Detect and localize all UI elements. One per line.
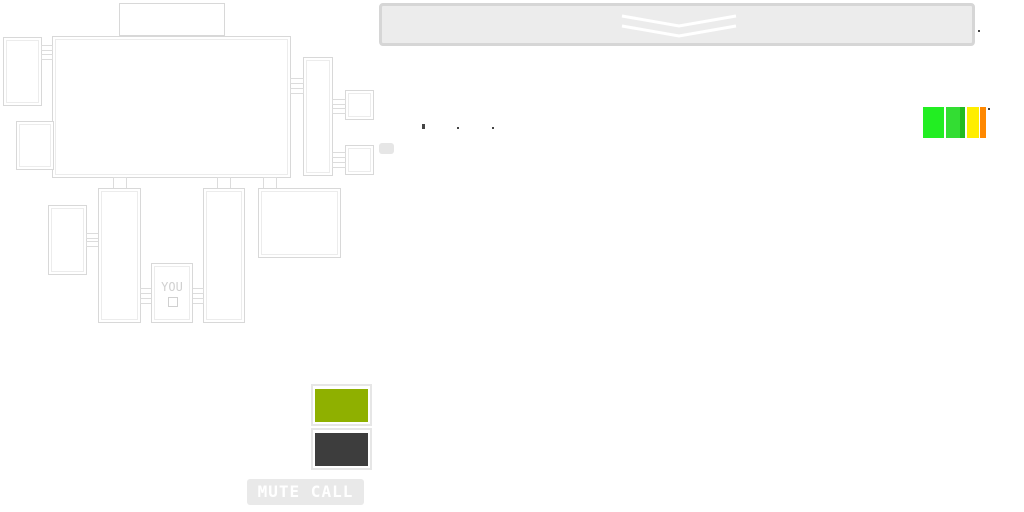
room-player[interactable]: YOU (151, 263, 193, 323)
secondary-swatch-fill (315, 433, 368, 466)
marker-dot (457, 127, 459, 129)
room-top[interactable] (119, 3, 225, 36)
connector (290, 78, 304, 84)
room-left-upper[interactable] (3, 37, 42, 106)
connector (192, 288, 204, 294)
side-handle[interactable] (379, 143, 394, 154)
bar-dot (978, 30, 980, 32)
mute-call-button[interactable]: MUTE CALL (247, 479, 364, 505)
meter-segment (980, 107, 986, 138)
player-marker (168, 297, 178, 307)
room-left-middle[interactable] (16, 121, 54, 170)
connector (290, 88, 304, 94)
connector (192, 298, 204, 304)
room-right-small-1[interactable] (345, 90, 374, 120)
primary-swatch-button[interactable] (311, 384, 372, 426)
connector (41, 54, 53, 60)
meter-dot (988, 108, 990, 110)
marker-dot (492, 127, 494, 129)
connector (332, 152, 346, 158)
meter-segment (946, 107, 960, 138)
room-right-small-2[interactable] (345, 145, 374, 175)
room-lower-right[interactable] (258, 188, 341, 258)
collapse-bar[interactable] (379, 3, 975, 46)
room-lower-tall-right[interactable] (203, 188, 245, 323)
meter-segment (923, 107, 944, 138)
connector (332, 99, 346, 105)
room-lower-tall-left[interactable] (98, 188, 141, 323)
connector (332, 108, 346, 114)
player-label: YOU (161, 280, 183, 294)
meter-segment (960, 107, 965, 138)
room-right-column[interactable] (303, 57, 333, 176)
connector (41, 45, 53, 51)
chevron-down-icon (621, 14, 737, 38)
room-lower-left[interactable] (48, 205, 87, 275)
meter-segment (967, 107, 979, 138)
connector (332, 162, 346, 168)
marker-dot (422, 124, 425, 129)
secondary-swatch-button[interactable] (311, 428, 372, 470)
room-central[interactable] (52, 36, 291, 178)
primary-swatch-fill (315, 389, 368, 422)
